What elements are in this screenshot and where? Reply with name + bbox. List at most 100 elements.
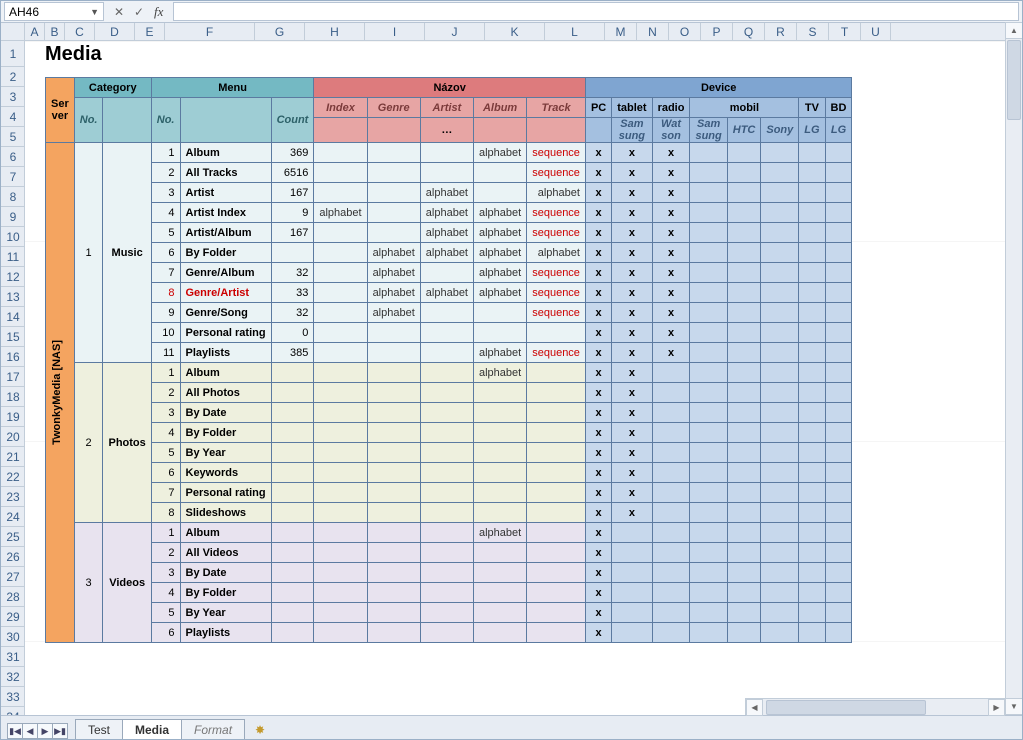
col-header[interactable]: B [45,23,65,41]
row-header[interactable]: 3 [1,87,25,107]
col-header[interactable]: I [365,23,425,41]
row-header[interactable]: 22 [1,467,25,487]
table-row: 11Playlists385alphabetsequencexxx [46,343,852,363]
col-header[interactable]: Q [733,23,765,41]
col-header[interactable]: G [255,23,305,41]
row-header[interactable]: 6 [1,147,25,167]
row-header[interactable]: 17 [1,367,25,387]
row-header[interactable]: 14 [1,307,25,327]
col-header[interactable]: A [25,23,45,41]
name-box[interactable]: AH46 ▼ [4,2,104,21]
tab-first-icon[interactable]: ▮◀ [7,723,23,739]
row-header[interactable]: 16 [1,347,25,367]
formula-input[interactable] [173,2,1019,21]
col-header[interactable]: C [65,23,95,41]
row-header[interactable]: 11 [1,247,25,267]
row-header[interactable]: 15 [1,327,25,347]
vertical-scrollbar[interactable]: ▲ ▼ [1005,23,1022,715]
row-header[interactable]: 28 [1,587,25,607]
fx-icon[interactable]: fx [150,4,167,20]
table-row: 6Playlistsx [46,623,852,643]
hscroll-thumb[interactable] [766,700,926,715]
col-header[interactable]: F [165,23,255,41]
col-header[interactable]: P [701,23,733,41]
cell-reference: AH46 [9,5,39,19]
row-header[interactable]: 30 [1,627,25,647]
row-header[interactable]: 24 [1,507,25,527]
col-header[interactable]: U [861,23,891,41]
table-row: 4Artist Index9alphabetalphabetalphabetse… [46,203,852,223]
tab-media[interactable]: Media [122,719,182,739]
col-header[interactable]: J [425,23,485,41]
cancel-icon[interactable]: ✕ [110,3,128,21]
server-cell: TwonkyMedia [NAS] [46,143,75,643]
row-header[interactable]: 21 [1,447,25,467]
col-header[interactable]: H [305,23,365,41]
scroll-down-icon[interactable]: ▼ [1005,698,1023,715]
row-header[interactable]: 26 [1,547,25,567]
row-header[interactable]: 2 [1,67,25,87]
col-header[interactable]: K [485,23,545,41]
table-row: 6Keywordsxx [46,463,852,483]
row-header[interactable]: 23 [1,487,25,507]
select-all-corner[interactable] [1,23,25,41]
col-header[interactable]: D [95,23,135,41]
sheet-tab-bar: ▮◀ ◀ ▶ ▶▮ TestMediaFormat ✸ ◀ ▶ [1,715,1022,739]
col-header[interactable]: N [637,23,669,41]
table-row: 8Slideshowsxx [46,503,852,523]
tab-next-icon[interactable]: ▶ [37,723,53,739]
formula-bar: AH46 ▼ ✕ ✓ fx [1,1,1022,23]
row-header[interactable]: 4 [1,107,25,127]
scroll-up-icon[interactable]: ▲ [1005,22,1023,39]
col-header[interactable]: M [605,23,637,41]
row-header[interactable]: 18 [1,387,25,407]
scroll-left-icon[interactable]: ◀ [746,699,763,716]
row-header[interactable]: 32 [1,667,25,687]
accept-icon[interactable]: ✓ [130,3,148,21]
row-header[interactable]: 9 [1,207,25,227]
tab-prev-icon[interactable]: ◀ [22,723,38,739]
tab-test[interactable]: Test [75,719,123,739]
table-row: 2All Photosxx [46,383,852,403]
row-header[interactable]: 19 [1,407,25,427]
scroll-thumb[interactable] [1007,40,1021,120]
new-sheet-icon[interactable]: ✸ [248,721,272,739]
row-header[interactable]: 25 [1,527,25,547]
table-row: 7Genre/Album32alphabetalphabetsequencexx… [46,263,852,283]
row-header[interactable]: 27 [1,567,25,587]
column-headers[interactable]: ABCDEFGHIJKLMNOPQRSTU [25,23,1022,41]
col-header[interactable]: L [545,23,605,41]
row-header[interactable]: 31 [1,647,25,667]
col-header[interactable]: E [135,23,165,41]
tab-last-icon[interactable]: ▶▮ [52,723,68,739]
row-header[interactable]: 10 [1,227,25,247]
table-row: 10Personal rating0xxx [46,323,852,343]
col-header[interactable]: S [797,23,829,41]
row-header[interactable]: 29 [1,607,25,627]
row-header[interactable]: 34 [1,707,25,715]
horizontal-scrollbar[interactable]: ◀ ▶ [745,698,1005,715]
table-row: 8Genre/Artist33alphabetalphabetalphabets… [46,283,852,303]
col-header[interactable]: T [829,23,861,41]
row-header[interactable]: 8 [1,187,25,207]
table-row: 3By Datex [46,563,852,583]
row-header[interactable]: 1 [1,41,25,67]
cells-area[interactable]: Media ServerCategoryMenuNázovDeviceNo.No… [25,41,1022,715]
col-header[interactable]: O [669,23,701,41]
chevron-down-icon[interactable]: ▼ [90,7,99,17]
worksheet-grid: ABCDEFGHIJKLMNOPQRSTU 123456789101112131… [1,23,1022,715]
row-header[interactable]: 33 [1,687,25,707]
row-header[interactable]: 12 [1,267,25,287]
row-header[interactable]: 5 [1,127,25,147]
table-row: 4By Folderxx [46,423,852,443]
table-row: 9Genre/Song32alphabetsequencexxx [46,303,852,323]
tab-format[interactable]: Format [181,719,245,739]
col-header[interactable]: R [765,23,797,41]
scroll-right-icon[interactable]: ▶ [988,699,1005,716]
row-header[interactable]: 20 [1,427,25,447]
row-header[interactable]: 7 [1,167,25,187]
table-row: 5By Yearxx [46,443,852,463]
row-headers[interactable]: 1234567891011121314151617181920212223242… [1,41,25,715]
row-header[interactable]: 13 [1,287,25,307]
table-row: 6By Folderalphabetalphabetalphabetalphab… [46,243,852,263]
